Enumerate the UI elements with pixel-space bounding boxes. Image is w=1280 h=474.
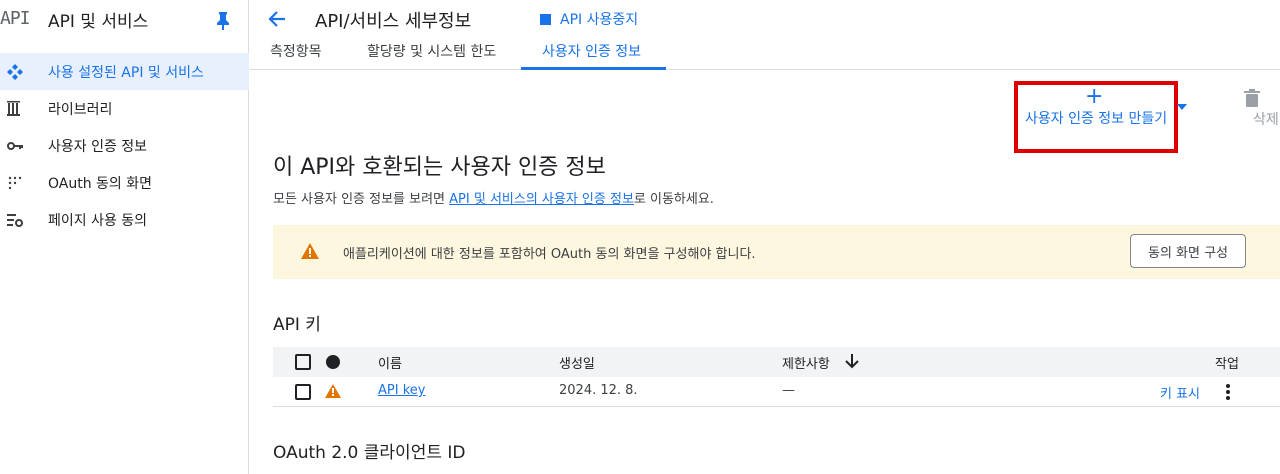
stop-icon	[540, 13, 551, 25]
tab-credentials[interactable]: 사용자 인증 정보	[542, 41, 641, 61]
select-all-checkbox[interactable]	[295, 354, 311, 370]
sidebar-title: API 및 서비스	[48, 12, 149, 32]
warning-banner: 애플리케이션에 대한 정보를 포함하여 OAuth 동의 화면을 구성해야 합니…	[273, 225, 1280, 279]
tab-metrics[interactable]: 측정항목	[270, 41, 322, 61]
sidebar-item-oauth-consent[interactable]: OAuth 동의 화면	[0, 164, 249, 201]
library-icon	[7, 101, 20, 116]
key-icon	[7, 142, 23, 150]
description-text: 모든 사용자 인증 정보를 보려면	[273, 192, 450, 207]
pin-icon[interactable]	[214, 10, 232, 30]
dots-grid-icon	[8, 176, 22, 190]
disable-api-button[interactable]: API 사용중지	[540, 9, 638, 29]
api-keys-heading: API 키	[273, 315, 321, 335]
sidebar-item-label: OAuth 동의 화면	[48, 176, 153, 192]
api-key-name-link[interactable]: API key	[378, 383, 425, 398]
diamond-grid-icon	[7, 64, 23, 80]
configure-consent-button[interactable]: 동의 화면 구성	[1130, 234, 1246, 268]
api-logo: API	[0, 8, 30, 29]
oauth-clients-heading: OAuth 2.0 클라이언트 ID	[273, 443, 466, 463]
page-title: API/서비스 세부정보	[315, 11, 472, 32]
column-created[interactable]: 생성일	[559, 353, 595, 372]
warning-icon	[325, 384, 341, 398]
show-key-button[interactable]: 키 표시	[1160, 383, 1200, 402]
table-row: API key 2024. 12. 8. — 키 표시	[273, 377, 1280, 407]
sidebar-header: API API 및 서비스	[0, 0, 249, 40]
sidebar-item-label: 사용자 인증 정보	[48, 139, 148, 155]
banner-text: 애플리케이션에 대한 정보를 포함하여 OAuth 동의 화면을 구성해야 합니…	[343, 247, 756, 262]
section-title: 이 API와 호환되는 사용자 인증 정보	[273, 155, 606, 180]
tab-bar: 측정항목 할당량 및 시스템 한도 사용자 인증 정보	[250, 38, 1280, 70]
section-description: 모든 사용자 인증 정보를 보려면 API 및 서비스의 사용자 인증 정보로 …	[273, 188, 714, 207]
create-credentials-button[interactable]: 사용자 인증 정보 만들기	[1025, 108, 1167, 128]
credentials-link[interactable]: API 및 서비스의 사용자 인증 정보	[449, 192, 634, 207]
sidebar-item-credentials[interactable]: 사용자 인증 정보	[0, 127, 249, 164]
table-header: 이름 생성일 제한사항 작업	[273, 347, 1280, 377]
active-tab-indicator	[521, 67, 666, 70]
more-vert-icon[interactable]	[1225, 383, 1231, 401]
delete-button[interactable]: 삭제	[1253, 109, 1279, 129]
arrow-down-icon[interactable]	[845, 353, 859, 369]
restrictions-value: —	[782, 383, 795, 398]
column-restrictions[interactable]: 제한사항	[782, 353, 830, 372]
plus-icon[interactable]: +	[1085, 86, 1103, 108]
sidebar-item-page-usage[interactable]: 페이지 사용 동의	[0, 201, 249, 238]
trash-icon[interactable]	[1244, 89, 1260, 107]
row-checkbox[interactable]	[295, 384, 311, 400]
settings-list-icon	[7, 214, 23, 227]
status-dot-icon	[326, 355, 340, 369]
warning-icon	[301, 243, 319, 259]
column-actions: 작업	[1215, 357, 1239, 372]
description-suffix: 로 이동하세요.	[633, 192, 714, 207]
sidebar: API API 및 서비스 사용 설정된 API 및 서비스 라이브러리 사용자…	[0, 0, 249, 474]
disable-api-label: API 사용중지	[560, 12, 639, 28]
sidebar-item-label: 페이지 사용 동의	[48, 213, 148, 229]
sidebar-item-library[interactable]: 라이브러리	[0, 90, 249, 127]
sidebar-item-label: 라이브러리	[48, 102, 113, 118]
chevron-down-icon[interactable]	[1177, 104, 1187, 110]
tab-quotas[interactable]: 할당량 및 시스템 한도	[367, 41, 496, 61]
back-arrow-icon[interactable]	[266, 8, 288, 30]
column-name[interactable]: 이름	[378, 353, 402, 372]
created-date: 2024. 12. 8.	[559, 383, 638, 398]
sidebar-item-enabled-apis[interactable]: 사용 설정된 API 및 서비스	[0, 53, 249, 90]
sidebar-item-label: 사용 설정된 API 및 서비스	[48, 65, 204, 81]
